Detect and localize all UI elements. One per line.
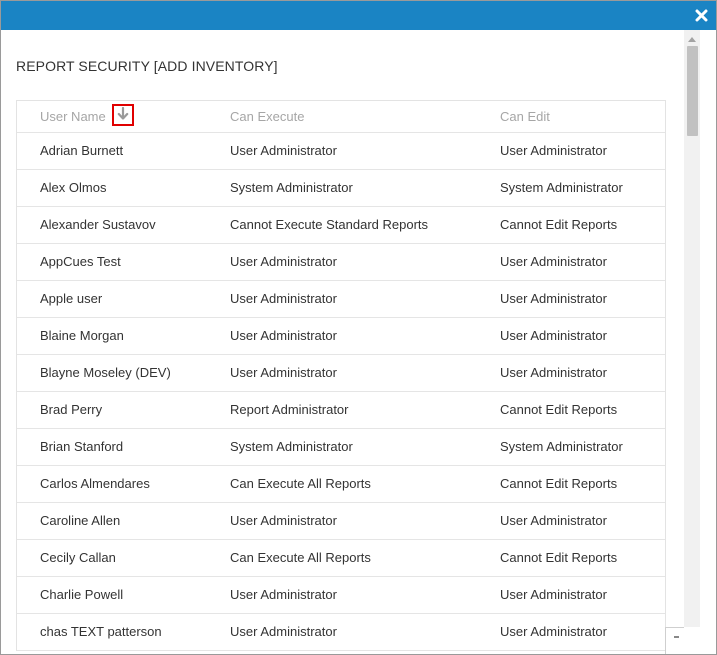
cell-user-name: Brian Stanford bbox=[40, 439, 124, 454]
cell-can-edit: User Administrator bbox=[500, 254, 607, 269]
corner-toggle[interactable] bbox=[665, 627, 684, 654]
table-body: Adrian Burnett User Administrator User Adm… bbox=[17, 133, 665, 651]
column-header-can-execute[interactable]: Can Execute bbox=[230, 101, 304, 132]
cell-user-name: Blaine Morgan bbox=[40, 328, 124, 343]
table-row[interactable]: chas TEXT patterson User Administrator Use… bbox=[17, 614, 665, 651]
cell-can-edit: User Administrator bbox=[500, 143, 607, 158]
cell-user-name: Carlos Almendares bbox=[40, 476, 150, 491]
table-row[interactable]: Caroline Allen User Administrator User Adm… bbox=[17, 503, 665, 540]
security-table: User Name Can Execute Can Edit Adrian Bu… bbox=[16, 100, 666, 651]
cell-can-execute: Can Execute All Reports bbox=[230, 550, 371, 565]
close-icon bbox=[695, 9, 708, 22]
column-header-can-edit[interactable]: Can Edit bbox=[500, 101, 550, 132]
cell-user-name: Apple user bbox=[40, 291, 103, 306]
dialog-title: REPORT SECURITY [ADD INVENTORY] bbox=[16, 58, 278, 74]
table-row[interactable]: Cecily Callan Can Execute All Reports Cann… bbox=[17, 540, 665, 577]
cell-user-name: chas TEXT patterson bbox=[40, 624, 162, 639]
cell-can-edit: User Administrator bbox=[500, 291, 607, 306]
cell-can-execute: System Administrator bbox=[230, 439, 353, 454]
cell-can-execute: User Administrator bbox=[230, 513, 337, 528]
cell-can-edit: User Administrator bbox=[500, 587, 607, 602]
cell-can-execute: User Administrator bbox=[230, 587, 337, 602]
cell-can-execute: User Administrator bbox=[230, 291, 337, 306]
vertical-scrollbar[interactable] bbox=[684, 30, 700, 627]
arrow-down-icon bbox=[117, 106, 129, 123]
cell-user-name: AppCues Test bbox=[40, 254, 121, 269]
cell-can-edit: User Administrator bbox=[500, 513, 607, 528]
table-row[interactable]: Brian Stanford System Administrator System… bbox=[17, 429, 665, 466]
cell-can-execute: User Administrator bbox=[230, 624, 337, 639]
cell-user-name: Blayne Moseley (DEV) bbox=[40, 365, 171, 380]
cell-can-edit: Cannot Edit Reports bbox=[500, 550, 618, 565]
cell-can-edit: User Administrator bbox=[500, 624, 607, 639]
table-row[interactable]: Apple user User Administrator User Adminis… bbox=[17, 281, 665, 318]
cell-can-edit: User Administrator bbox=[500, 328, 607, 343]
cell-can-execute: System Administrator bbox=[230, 180, 353, 195]
table-row[interactable]: Blaine Morgan User Administrator User Admi… bbox=[17, 318, 665, 355]
table-row[interactable]: Alex Olmos System Administrator System Adm… bbox=[17, 170, 665, 207]
cell-can-execute: User Administrator bbox=[230, 254, 337, 269]
table-row[interactable]: Charlie Powell User Administrator User Adm… bbox=[17, 577, 665, 614]
sort-button[interactable] bbox=[112, 104, 134, 126]
cell-user-name: Brad Perry bbox=[40, 402, 103, 417]
scroll-up-button[interactable] bbox=[684, 30, 700, 46]
dialog-titlebar bbox=[1, 1, 716, 30]
table-row[interactable]: Adrian Burnett User Administrator User Adm… bbox=[17, 133, 665, 170]
chevron-up-icon bbox=[688, 29, 696, 47]
table-row[interactable]: Alexander Sustavov Cannot Execute Standar… bbox=[17, 207, 665, 244]
scroll-thumb[interactable] bbox=[687, 46, 698, 136]
dialog-body: REPORT SECURITY [ADD INVENTORY] User Nam… bbox=[1, 30, 684, 654]
cell-can-execute: User Administrator bbox=[230, 143, 337, 158]
cell-can-edit: Cannot Edit Reports bbox=[500, 476, 618, 491]
cell-can-edit: Cannot Edit Reports bbox=[500, 217, 618, 232]
cell-can-execute: Can Execute All Reports bbox=[230, 476, 371, 491]
table-row[interactable]: Blayne Moseley (DEV) User Administrator Us… bbox=[17, 355, 665, 392]
table-row[interactable]: Brad Perry Report Administrator Cannot Edi… bbox=[17, 392, 665, 429]
cell-can-edit: System Administrator bbox=[500, 439, 623, 454]
cell-can-edit: User Administrator bbox=[500, 365, 607, 380]
cell-user-name: Charlie Powell bbox=[40, 587, 124, 602]
cell-user-name: Cecily Callan bbox=[40, 550, 116, 565]
modal-dialog: REPORT SECURITY [ADD INVENTORY] User Nam… bbox=[0, 0, 717, 655]
cell-user-name: Caroline Allen bbox=[40, 513, 121, 528]
cell-user-name: Adrian Burnett bbox=[40, 143, 124, 158]
table-row[interactable]: AppCues Test User Administrator User Admin… bbox=[17, 244, 665, 281]
cell-user-name: Alexander Sustavov bbox=[40, 217, 156, 232]
cell-can-execute: Cannot Execute Standard Reports bbox=[230, 217, 429, 232]
cell-can-edit: Cannot Edit Reports bbox=[500, 402, 618, 417]
table-row[interactable]: Carlos Almendares Can Execute All Reports… bbox=[17, 466, 665, 503]
cell-can-edit: System Administrator bbox=[500, 180, 623, 195]
cell-user-name: Alex Olmos bbox=[40, 180, 107, 195]
close-button[interactable] bbox=[692, 6, 710, 24]
column-header-user-name[interactable]: User Name bbox=[40, 101, 106, 132]
minus-icon bbox=[674, 636, 679, 638]
table-header: User Name Can Execute Can Edit bbox=[17, 101, 665, 133]
cell-can-execute: Report Administrator bbox=[230, 402, 349, 417]
cell-can-execute: User Administrator bbox=[230, 365, 337, 380]
cell-can-execute: User Administrator bbox=[230, 328, 337, 343]
